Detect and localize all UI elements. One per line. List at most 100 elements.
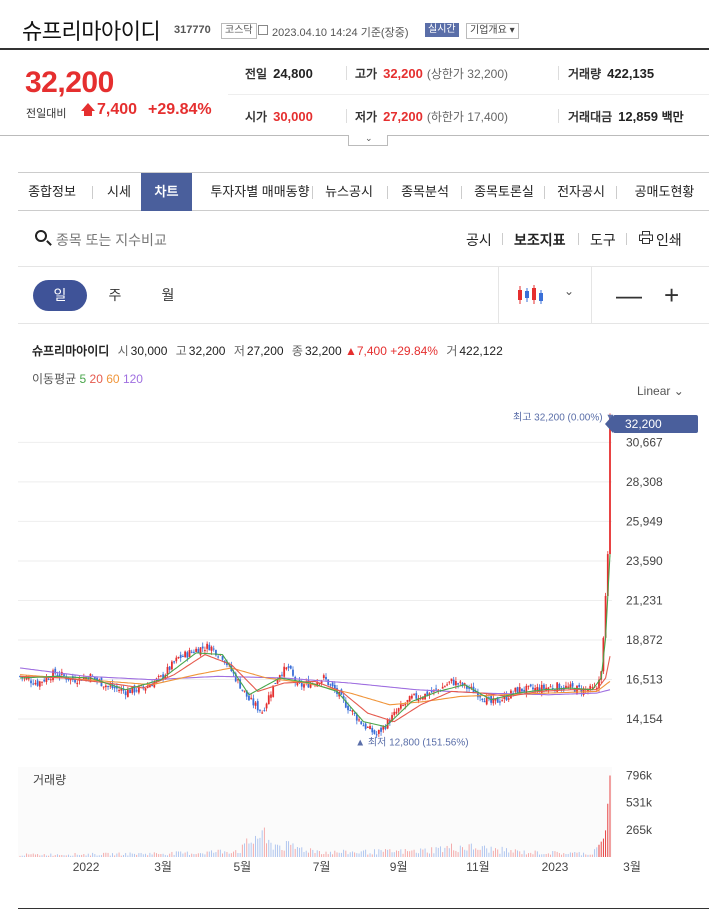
info-row-divider <box>228 94 709 95</box>
candle-body <box>212 648 215 650</box>
candle-body <box>252 698 255 706</box>
candle-body <box>281 674 283 676</box>
candle-body <box>507 698 510 700</box>
company-info-button[interactable]: 기업개요 ▾ <box>466 23 519 39</box>
candle-body <box>47 678 50 680</box>
scale-mode-dropdown[interactable]: Linear ⌄ <box>637 384 684 398</box>
candle-body <box>104 685 107 688</box>
printer-icon[interactable] <box>639 231 653 244</box>
print-button[interactable]: 인쇄 <box>656 230 682 250</box>
candle-body <box>173 661 176 663</box>
tab-chart[interactable]: 차트 <box>141 173 192 211</box>
candle-body <box>450 678 453 682</box>
price-chart[interactable]: 30,667 28,308 25,949 23,590 21,231 18,872 16,5… <box>18 400 709 900</box>
candle-body <box>126 689 129 697</box>
candle-body <box>410 695 413 699</box>
candle-body <box>199 647 202 656</box>
chart-type-dropdown-icon[interactable]: ⌄ <box>564 284 574 298</box>
chart-bottom-border <box>18 908 709 909</box>
tab-discussion[interactable]: 종목토론실 <box>464 173 544 211</box>
candle-body <box>113 686 116 689</box>
candle-body <box>292 669 294 676</box>
candle-body <box>27 678 30 680</box>
candle-body <box>380 727 382 732</box>
market-badge: 코스닥 <box>221 23 257 39</box>
zoom-in-button[interactable]: + <box>664 280 679 310</box>
info-sep <box>558 66 559 80</box>
candle-body <box>157 676 160 678</box>
candle-body <box>254 702 257 706</box>
ma-20-label: 20 <box>89 372 103 386</box>
ohlc-close-key: 종 <box>291 344 303 358</box>
stock-header: 슈프리마아이디 317770 코스닥 2023.04.10 14:24 기준(장… <box>0 0 709 50</box>
candle-body <box>303 684 305 688</box>
candle-body <box>375 734 378 736</box>
tab-overview[interactable]: 종합정보 <box>18 173 86 211</box>
info-low-limit: (하한가 17,400) <box>426 110 509 124</box>
candle-body <box>217 656 220 658</box>
candle-body <box>166 666 169 675</box>
period-day-button[interactable]: 일 <box>33 280 87 311</box>
candle-body <box>571 682 574 687</box>
up-arrow-stem <box>84 110 92 116</box>
info-amount-unit: 백만 <box>661 110 684 124</box>
candle-body <box>406 700 409 702</box>
y-tick-label: 28,308 <box>626 475 663 489</box>
candle-body <box>287 666 290 668</box>
expand-toggle-button[interactable]: ⌄ <box>348 133 388 146</box>
period-month-button[interactable]: 월 <box>148 280 188 311</box>
candle-body <box>415 693 418 699</box>
candlestick-chart-icon[interactable] <box>512 282 552 308</box>
zoom-out-button[interactable]: — <box>616 280 642 310</box>
candle-body <box>543 684 545 689</box>
tab-short-selling[interactable]: 공매도현황 <box>620 173 709 211</box>
search-icon[interactable] <box>35 230 47 242</box>
candle-body <box>56 674 59 676</box>
candle-body <box>413 693 415 695</box>
candle-body <box>347 705 349 711</box>
realtime-badge[interactable]: 실시간 <box>425 23 459 37</box>
period-week-button[interactable]: 주 <box>95 280 135 311</box>
ohlc-low-key: 저 <box>233 344 245 358</box>
info-open-value: 30,000 <box>273 109 313 124</box>
candle-body <box>549 686 552 688</box>
candle-body <box>364 723 367 729</box>
y-tick-label: 30,667 <box>626 435 663 449</box>
info-sep <box>346 109 347 123</box>
candle-body <box>129 689 131 694</box>
candle-body <box>168 666 171 670</box>
current-price: 32,200 <box>25 66 114 99</box>
candle-body <box>402 704 404 706</box>
toolbar-separator <box>502 233 503 245</box>
compare-search-input[interactable]: 종목 또는 지수비교 <box>56 230 167 250</box>
tools-button[interactable]: 도구 <box>590 230 616 250</box>
tab-analysis[interactable]: 종목분석 <box>392 173 458 211</box>
info-prev-value: 24,800 <box>273 66 313 81</box>
indicators-button[interactable]: 보조지표 <box>514 230 566 250</box>
volume-tick-label: 265k <box>626 823 653 837</box>
info-sep <box>346 66 347 80</box>
candle-body <box>408 696 411 702</box>
candle-body <box>567 686 570 688</box>
candle-body <box>404 704 407 706</box>
candle-body <box>501 700 504 702</box>
tab-news[interactable]: 뉴스공시 <box>316 173 382 211</box>
candle-body <box>208 644 211 651</box>
candle-body <box>30 680 32 684</box>
candle-body <box>327 679 330 686</box>
candle-body <box>184 651 187 658</box>
ma-legend: 이동평균 5 20 60 120 <box>32 370 143 387</box>
candle-body <box>120 688 123 691</box>
tab-quotes[interactable]: 시세 <box>96 173 142 211</box>
scale-mode-label: Linear <box>637 384 671 398</box>
candle-body <box>452 679 455 686</box>
candle-body <box>454 681 457 686</box>
last-price-tag: 32,200 <box>605 415 698 433</box>
info-high-value: 32,200 <box>383 66 423 81</box>
info-high-label: 고가 <box>355 67 378 81</box>
candle-body <box>76 682 79 685</box>
tab-disclosure[interactable]: 전자공시 <box>548 173 614 211</box>
candle-body <box>261 712 264 714</box>
tab-investor-trends[interactable]: 투자자별 매매동향 <box>196 173 324 211</box>
disclosure-button[interactable]: 공시 <box>466 230 492 250</box>
